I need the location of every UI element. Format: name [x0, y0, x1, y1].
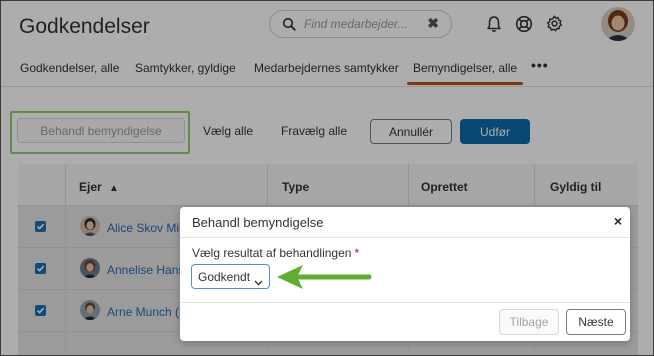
process-authorization-dialog: Behandl bemyndigelse × Vælg resultat af …: [180, 207, 630, 341]
next-button[interactable]: Næste: [566, 309, 626, 335]
result-select-value: Godkendt: [198, 270, 251, 284]
required-indicator: *: [354, 246, 360, 260]
annotation-arrow-icon: [273, 263, 377, 298]
chevron-down-icon: [254, 273, 263, 291]
app-window: Godkendelser Find medarbejder... ✖ Godke…: [0, 0, 654, 356]
dialog-title: Behandl bemyndigelse: [192, 215, 324, 230]
divider: [180, 302, 630, 303]
result-field-label: Vælg resultat af behandlingen *: [192, 246, 360, 260]
close-icon[interactable]: ×: [614, 213, 622, 229]
result-select[interactable]: Godkendt: [191, 264, 270, 289]
divider: [180, 237, 630, 238]
back-button[interactable]: Tilbage: [499, 309, 559, 335]
